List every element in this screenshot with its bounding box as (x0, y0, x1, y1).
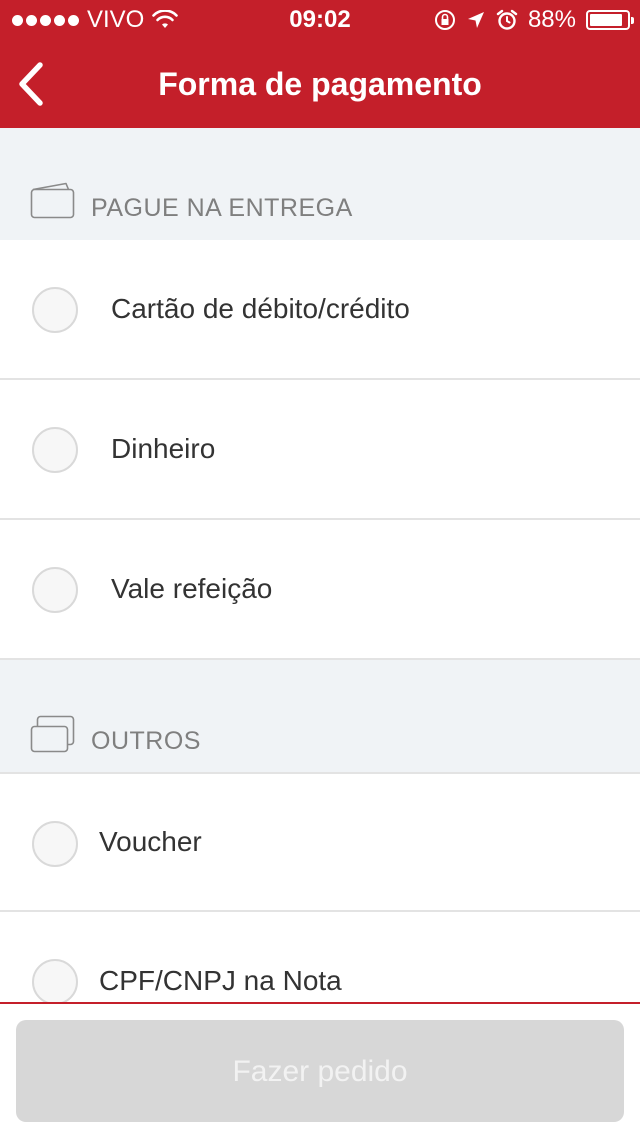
radio-card[interactable] (32, 287, 78, 333)
alarm-icon (496, 9, 518, 30)
option-label-meal-voucher: Vale refeição (111, 573, 273, 604)
location-arrow-icon (467, 12, 484, 28)
section-header-others: OUTROS (0, 660, 640, 772)
option-label-cash: Dinheiro (111, 433, 216, 464)
payment-option-card[interactable]: Cartão de débito/crédito (0, 240, 640, 380)
radio-tax-id[interactable] (32, 959, 78, 1005)
radio-meal-voucher[interactable] (32, 567, 78, 613)
battery-level-fill (590, 14, 622, 26)
section-header-delivery: PAGUE NA ENTREGA (0, 128, 640, 240)
cards-icon (30, 715, 75, 753)
status-bar: VIVO 09:02 88% (0, 0, 640, 40)
payment-option-cash[interactable]: Dinheiro (0, 380, 640, 520)
place-order-button[interactable]: Fazer pedido (16, 1020, 624, 1122)
section-label-delivery: PAGUE NA ENTREGA (91, 194, 353, 222)
option-label-voucher: Voucher (99, 826, 202, 857)
orientation-lock-icon (434, 10, 455, 30)
payment-option-voucher[interactable]: Voucher (0, 772, 640, 912)
app-header: VIVO 09:02 88% Forma de pagamento (0, 0, 640, 128)
page-title: Forma de pagamento (158, 66, 482, 102)
section-label-others: OUTROS (91, 727, 201, 755)
payment-option-meal-voucher[interactable]: Vale refeição (0, 520, 640, 660)
battery-icon (586, 10, 634, 30)
battery-percent: 88% (527, 6, 576, 33)
radio-voucher[interactable] (32, 821, 78, 867)
option-label-card: Cartão de débito/crédito (111, 293, 410, 324)
radio-cash[interactable] (32, 427, 78, 473)
status-right: 88% (434, 6, 634, 34)
footer-bar: Fazer pedido (0, 1002, 640, 1136)
wallet-icon (30, 182, 75, 219)
option-label-tax-id: CPF/CNPJ na Nota (99, 965, 342, 996)
